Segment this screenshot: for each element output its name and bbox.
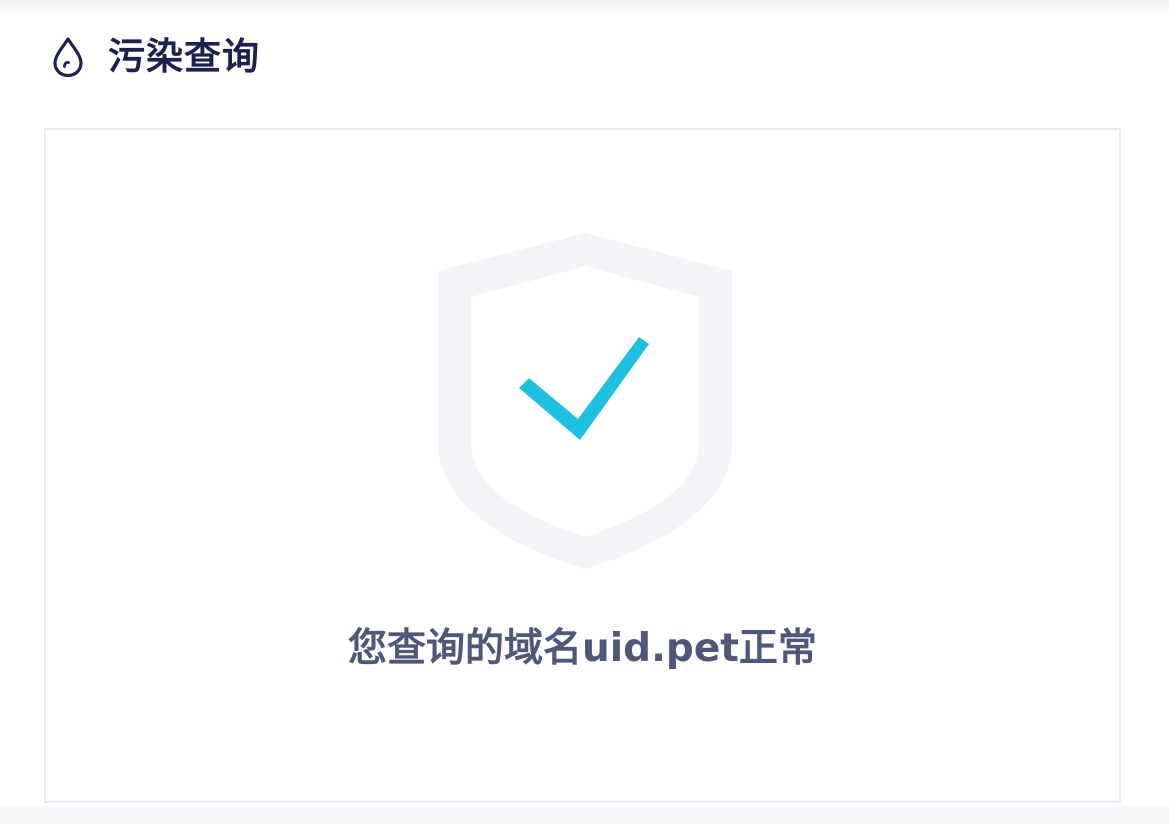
water-drop-icon — [48, 34, 88, 80]
shield-check-icon — [438, 233, 732, 569]
result-message: 您查询的域名uid.pet正常 — [348, 626, 817, 671]
pollution-query-page: 污染查询 您查询的域名uid.pet正常 — [0, 0, 1169, 824]
bottom-band — [0, 806, 1169, 824]
top-shadow — [0, 0, 1169, 16]
page-title: 污染查询 — [108, 35, 260, 78]
page-header: 污染查询 — [48, 32, 260, 82]
result-card: 您查询的域名uid.pet正常 — [44, 128, 1121, 803]
